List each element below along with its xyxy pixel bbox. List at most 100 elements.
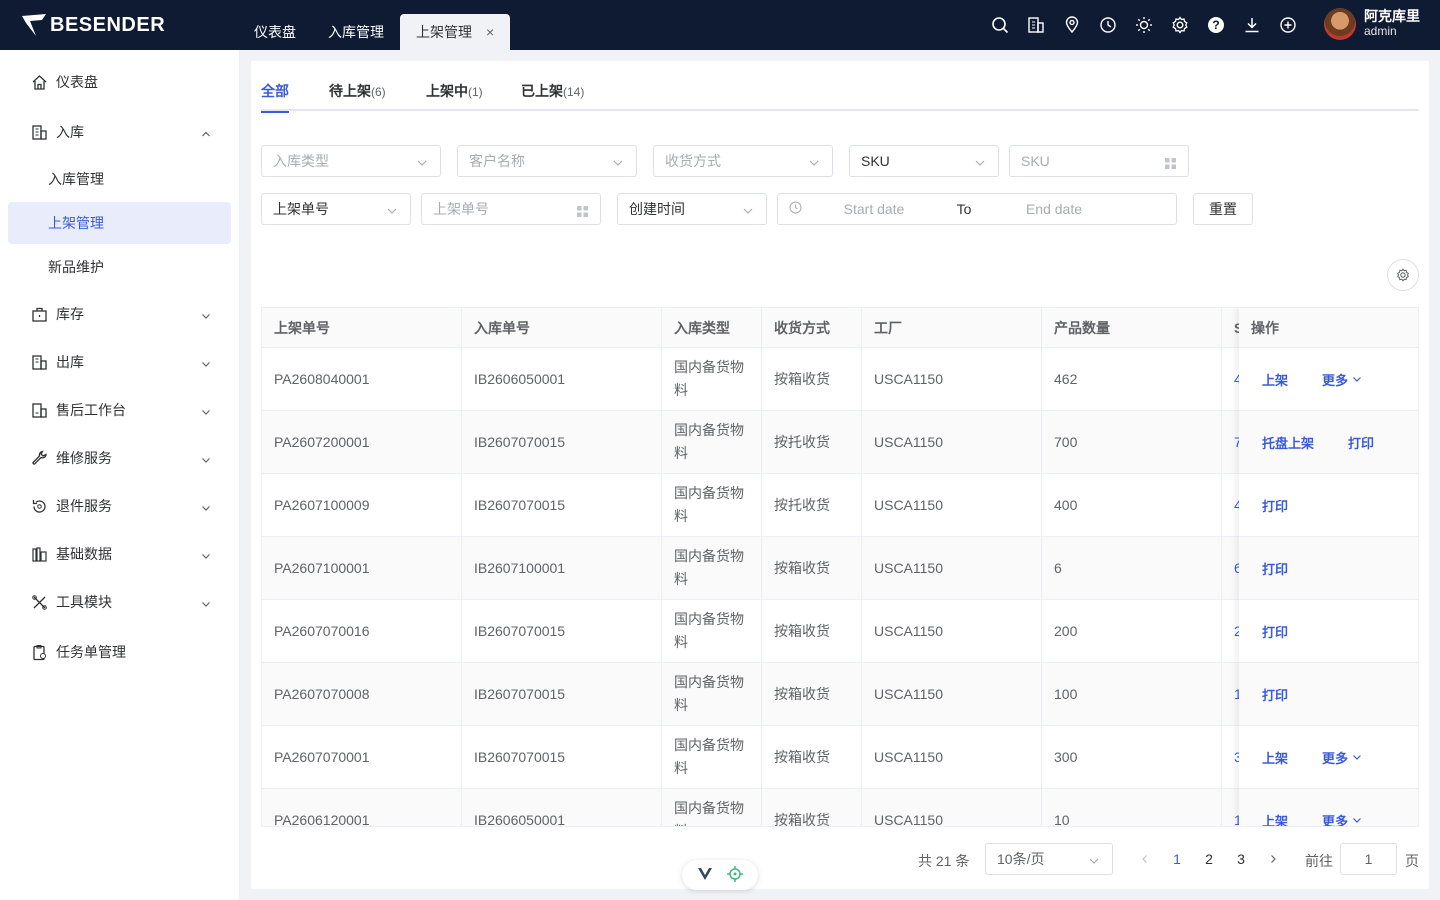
more-button[interactable]: 更多 xyxy=(1322,370,1362,389)
tab-dashboard[interactable]: 仪表盘 xyxy=(238,14,312,50)
inventory-icon xyxy=(30,305,48,323)
receive-method: 按箱收货 xyxy=(762,726,862,788)
putaway-no: PA2607200001 xyxy=(262,411,462,473)
receive-method-select[interactable]: 收货方式 xyxy=(653,145,833,177)
inbound-type-select[interactable]: 入库类型 xyxy=(261,145,441,177)
page-number[interactable]: 1 xyxy=(1161,843,1193,875)
plus-circle-icon[interactable] xyxy=(1270,0,1306,50)
gear-icon[interactable] xyxy=(1162,0,1198,50)
column-header[interactable]: 入库单号 xyxy=(462,308,662,347)
inbound-no: IB2606050001 xyxy=(462,348,662,410)
page-number[interactable]: 3 xyxy=(1225,843,1257,875)
tab-inbound-management[interactable]: 入库管理 xyxy=(312,14,400,50)
factory: USCA1150 xyxy=(862,348,1042,410)
crosshair-icon[interactable] xyxy=(726,865,743,885)
task-icon xyxy=(30,643,48,661)
vue-logo-icon[interactable] xyxy=(697,867,712,883)
next-page-button[interactable] xyxy=(1257,843,1289,875)
sidebar: 仪表盘 入库 入库管理 上架管理 新品维护 库存 出库 售后工作台 维修服务 退… xyxy=(0,50,240,900)
more-button[interactable]: 更多 xyxy=(1322,811,1362,826)
download-icon[interactable] xyxy=(1234,0,1270,50)
batch-input-icon[interactable] xyxy=(577,204,588,220)
column-header[interactable]: 收货方式 xyxy=(762,308,862,347)
goto-page-input[interactable] xyxy=(1340,843,1397,875)
column-header[interactable]: 入库类型 xyxy=(662,308,762,347)
location-icon[interactable] xyxy=(1054,0,1090,50)
putaway-button[interactable]: 上架 xyxy=(1262,370,1288,389)
column-header[interactable]: 工厂 xyxy=(862,308,1042,347)
column-settings-button[interactable] xyxy=(1387,259,1419,291)
pallet-putaway-button[interactable]: 托盘上架 xyxy=(1262,433,1314,452)
putaway-no-placeholder: 上架单号 xyxy=(433,201,489,217)
putaway-table: 上架单号 入库单号 入库类型 收货方式 工厂 产品数量 S PA26080400… xyxy=(261,307,1419,827)
more-button[interactable]: 更多 xyxy=(1322,748,1362,767)
putaway-button[interactable]: 上架 xyxy=(1262,748,1288,767)
sidebar-item-aftersale[interactable]: 售后工作台 xyxy=(8,389,231,431)
end-date[interactable]: End date xyxy=(994,201,1114,217)
database-icon xyxy=(30,545,48,563)
help-icon[interactable]: ? xyxy=(1198,0,1234,50)
avatar[interactable] xyxy=(1324,8,1356,40)
sidebar-item-label: 库存 xyxy=(56,306,84,322)
inbound-icon xyxy=(30,123,48,141)
print-button[interactable]: 打印 xyxy=(1262,496,1288,515)
sidebar-item-inventory[interactable]: 库存 xyxy=(8,293,231,335)
factory: USCA1150 xyxy=(862,663,1042,725)
user-name: 阿克库里 xyxy=(1364,8,1420,24)
sidebar-item-tools[interactable]: 工具模块 xyxy=(8,581,231,623)
sidebar-item-inbound-management[interactable]: 入库管理 xyxy=(8,158,231,200)
row-actions: 托盘上架 打印 xyxy=(1239,411,1418,474)
sidebar-item-return[interactable]: 退件服务 xyxy=(8,485,231,527)
sidebar-item-inbound[interactable]: 入库 xyxy=(8,111,231,153)
date-range-picker[interactable]: Start date To End date xyxy=(777,193,1177,225)
putaway-button[interactable]: 上架 xyxy=(1262,811,1288,827)
print-button[interactable]: 打印 xyxy=(1262,559,1288,578)
tab-completed[interactable]: 已上架(14) xyxy=(521,81,584,111)
clock-icon[interactable] xyxy=(1090,0,1126,50)
user-menu[interactable]: 阿克库里 admin xyxy=(1324,8,1420,40)
brand-name: BESENDER xyxy=(50,13,166,36)
customer-name-placeholder: 客户名称 xyxy=(469,153,525,169)
reset-button[interactable]: 重置 xyxy=(1193,193,1253,225)
start-date[interactable]: Start date xyxy=(814,201,934,217)
search-icon[interactable] xyxy=(982,0,1018,50)
close-icon[interactable]: × xyxy=(486,24,494,40)
column-header[interactable]: 产品数量 xyxy=(1042,308,1222,347)
tab-in-progress[interactable]: 上架中(1) xyxy=(426,81,483,111)
tab-pending[interactable]: 待上架(6) xyxy=(329,81,386,111)
sidebar-item-basic-data[interactable]: 基础数据 xyxy=(8,533,231,575)
print-button[interactable]: 打印 xyxy=(1348,433,1374,452)
sidebar-item-task-orders[interactable]: 任务单管理 xyxy=(8,631,231,673)
sidebar-item-outbound[interactable]: 出库 xyxy=(8,341,231,383)
putaway-no-type-select[interactable]: 上架单号 xyxy=(261,193,411,225)
date-type-select[interactable]: 创建时间 xyxy=(617,193,767,225)
row-actions: 打印 xyxy=(1239,600,1418,663)
batch-input-icon[interactable] xyxy=(1165,156,1176,172)
sku-type-select[interactable]: SKU xyxy=(849,145,999,177)
user-info: 阿克库里 admin xyxy=(1364,9,1420,39)
sun-icon[interactable] xyxy=(1126,0,1162,50)
customer-name-select[interactable]: 客户名称 xyxy=(457,145,637,177)
tab-label: 已上架 xyxy=(521,83,563,99)
row-actions: 上架 更多 xyxy=(1239,726,1418,789)
sku-input[interactable]: SKU xyxy=(1009,145,1189,177)
page-size-select[interactable]: 10条/页 xyxy=(985,843,1113,875)
sidebar-item-putaway-management[interactable]: 上架管理 xyxy=(8,202,231,244)
putaway-no-input[interactable]: 上架单号 xyxy=(421,193,601,225)
column-header[interactable]: S xyxy=(1222,308,1240,347)
sidebar-item-repair[interactable]: 维修服务 xyxy=(8,437,231,479)
page-number[interactable]: 2 xyxy=(1193,843,1225,875)
building-icon[interactable] xyxy=(1018,0,1054,50)
receive-method: 按箱收货 xyxy=(762,663,862,725)
sidebar-item-dashboard[interactable]: 仪表盘 xyxy=(8,61,231,103)
tab-all[interactable]: 全部 xyxy=(261,81,289,113)
sidebar-item-new-product[interactable]: 新品维护 xyxy=(8,246,231,288)
tab-putaway-management[interactable]: 上架管理 × xyxy=(400,14,511,50)
brand-logo[interactable]: BESENDER xyxy=(22,12,165,38)
column-header[interactable]: 上架单号 xyxy=(262,308,462,347)
print-button[interactable]: 打印 xyxy=(1262,685,1288,704)
prev-page-button[interactable] xyxy=(1129,843,1161,875)
chevron-up-icon xyxy=(201,126,211,142)
sidebar-item-label: 仪表盘 xyxy=(56,74,98,90)
print-button[interactable]: 打印 xyxy=(1262,622,1288,641)
